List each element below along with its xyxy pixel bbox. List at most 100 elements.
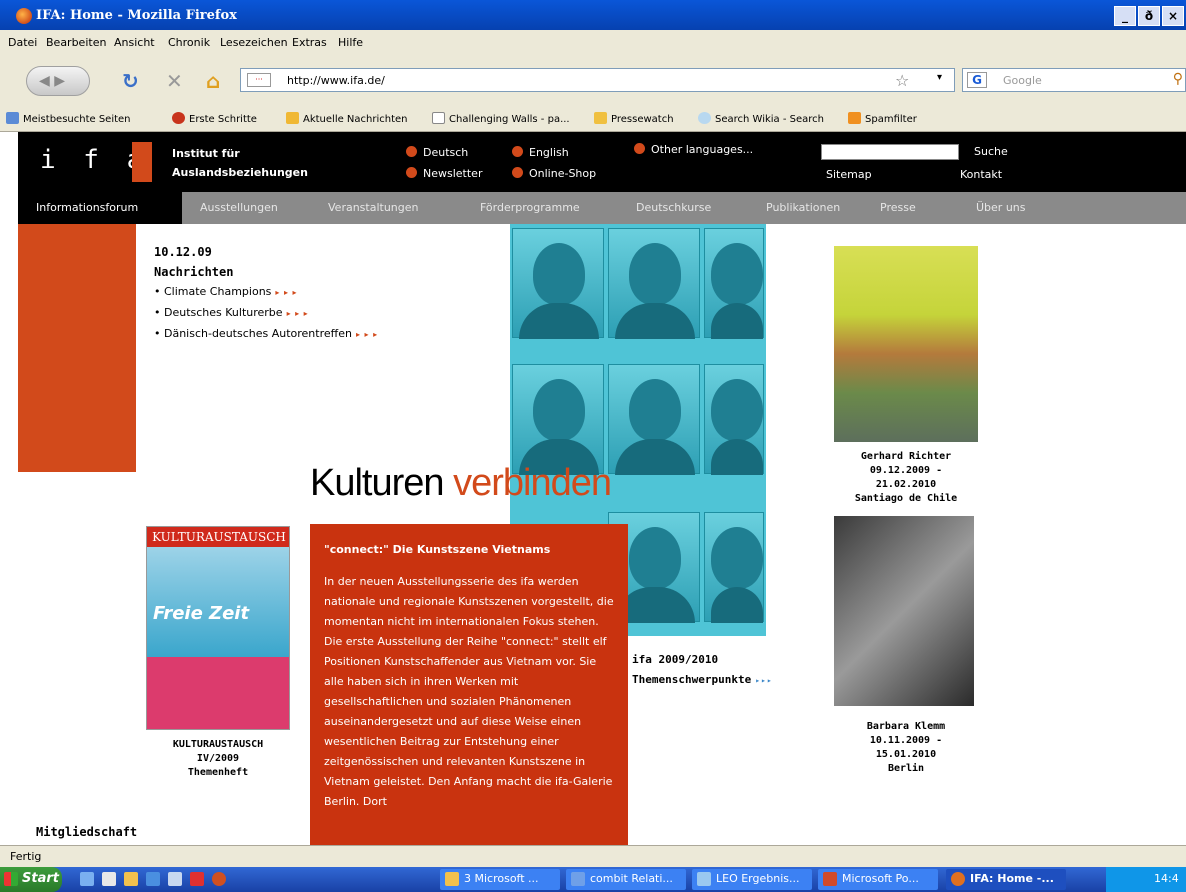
nav-veranstaltungen[interactable]: Veranstaltungen	[328, 201, 419, 214]
menu-hilfe[interactable]: Hilfe	[338, 36, 363, 49]
nav-foerderprogramme[interactable]: Förderprogramme	[480, 201, 580, 214]
close-button[interactable]: ×	[1162, 6, 1184, 26]
rss-icon	[286, 112, 299, 124]
menu-bearbeiten[interactable]: Bearbeiten	[46, 36, 106, 49]
bookmark-item[interactable]: Aktuelle Nachrichten	[286, 112, 408, 125]
app-icon	[697, 872, 711, 886]
site-favicon-icon: ···	[247, 73, 271, 87]
portrait-image	[704, 228, 764, 339]
menu-chronik[interactable]: Chronik	[168, 36, 210, 49]
app-icon	[823, 872, 837, 886]
nav-deutschkurse[interactable]: Deutschkurse	[636, 201, 711, 214]
magazine-caption[interactable]: KULTURAUSTAUSCH IV/2009 Themenheft	[126, 738, 310, 780]
quicklaunch-icon[interactable]	[80, 872, 94, 886]
spamfilter-icon	[848, 112, 861, 124]
kontakt-link[interactable]: Kontakt	[960, 168, 1002, 181]
minimize-button[interactable]: _	[1114, 6, 1136, 26]
bullet-icon	[406, 167, 417, 178]
lang-english-link[interactable]: English	[512, 146, 569, 159]
url-dropdown-icon[interactable]: ▾	[937, 72, 942, 83]
sitemap-link[interactable]: Sitemap	[826, 168, 872, 181]
google-icon[interactable]: G	[967, 72, 987, 88]
window-controls: _ ð ×	[1114, 6, 1184, 26]
back-forward-button[interactable]: ◀ ▶	[26, 66, 90, 96]
newsletter-link[interactable]: Newsletter	[406, 167, 482, 180]
taskbar-item[interactable]: 3 Microsoft ...	[440, 869, 560, 890]
klemm-photo-image[interactable]	[834, 516, 974, 706]
nav-informationsforum[interactable]: Informationsforum	[18, 192, 182, 224]
lang-other-link[interactable]: Other languages...	[634, 143, 753, 156]
nav-publikationen[interactable]: Publikationen	[766, 201, 840, 214]
news-heading: Nachrichten	[154, 265, 234, 279]
quicklaunch-icon[interactable]	[190, 872, 204, 886]
quicklaunch-icon[interactable]	[102, 872, 116, 886]
arrow-icon: ▸ ▸ ▸	[355, 330, 379, 339]
quicklaunch-icon[interactable]	[212, 872, 226, 886]
bookmark-item[interactable]: Erste Schritte	[172, 112, 257, 125]
app-icon	[571, 872, 585, 886]
url-field[interactable]: ··· http://www.ifa.de/	[240, 68, 955, 92]
reload-icon[interactable]: ↻	[122, 69, 139, 93]
magazine-cover-image[interactable]: KULTURAUSTAUSCH Freie Zeit	[146, 526, 290, 730]
quicklaunch-icon[interactable]	[168, 872, 182, 886]
folder-icon	[594, 112, 607, 124]
portrait-image	[512, 364, 604, 475]
logo-bar	[132, 142, 152, 182]
portrait-image	[704, 512, 764, 623]
richter-painting-image[interactable]	[834, 246, 978, 442]
menu-bar: Datei Bearbeiten Ansicht Chronik Lesezei…	[0, 30, 1186, 56]
site-search-input[interactable]	[821, 144, 959, 160]
quicklaunch-icon[interactable]	[124, 872, 138, 886]
menu-lesezeichen[interactable]: Lesezeichen	[220, 36, 288, 49]
navigation-toolbar: ◀ ▶ ↻ ✕ ⌂ ··· http://www.ifa.de/ ☆ ▾ G G…	[0, 56, 1186, 104]
lang-deutsch-link[interactable]: Deutsch	[406, 146, 468, 159]
bullet-icon	[406, 146, 417, 157]
search-icon[interactable]: ⚲	[1173, 71, 1183, 87]
menu-extras[interactable]: Extras	[292, 36, 327, 49]
feature-box[interactable]: "connect:" Die Kunstszene Vietnams In de…	[310, 524, 628, 845]
left-red-block	[18, 224, 136, 472]
bookmark-item[interactable]: Search Wikia - Search	[698, 112, 824, 125]
bookmark-item[interactable]: Pressewatch	[594, 112, 674, 125]
taskbar-item-active[interactable]: IFA: Home -...	[946, 869, 1066, 890]
news-item[interactable]: • Dänisch-deutsches Autorentreffen ▸ ▸ ▸	[154, 324, 378, 345]
nav-ausstellungen[interactable]: Ausstellungen	[200, 201, 278, 214]
app-icon	[445, 872, 459, 886]
status-bar: Fertig	[0, 845, 1186, 867]
firefox-icon	[16, 8, 32, 24]
stop-icon[interactable]: ✕	[166, 69, 183, 93]
bookmark-item[interactable]: Spamfilter	[848, 112, 917, 125]
klemm-caption[interactable]: Barbara Klemm 10.11.2009 - 15.01.2010 Be…	[814, 720, 998, 776]
news-item[interactable]: • Deutsches Kulturerbe ▸ ▸ ▸	[154, 303, 378, 324]
quicklaunch-icon[interactable]	[146, 872, 160, 886]
themenschwerpunkte-link[interactable]: ifa 2009/2010 Themenschwerpunkte ▸▸▸	[632, 650, 773, 691]
magazine-masthead: KULTURAUSTAUSCH	[147, 527, 289, 547]
site-search-button[interactable]: Suche	[974, 145, 1008, 158]
window-title: IFA: Home - Mozilla Firefox	[36, 8, 237, 23]
taskbar-item[interactable]: combit Relati...	[566, 869, 686, 890]
online-shop-link[interactable]: Online-Shop	[512, 167, 596, 180]
window-titlebar: IFA: Home - Mozilla Firefox _ ð ×	[0, 0, 1186, 30]
institute-name: Institut für Auslandsbeziehungen	[172, 147, 308, 179]
bookmark-item[interactable]: Challenging Walls - pa...	[432, 112, 570, 125]
home-icon[interactable]: ⌂	[206, 69, 220, 93]
search-field[interactable]: G Google ⚲	[962, 68, 1186, 92]
arrow-icon: ▸ ▸ ▸	[275, 288, 298, 297]
bookmark-star-icon[interactable]: ☆	[895, 71, 909, 90]
start-button[interactable]: Start	[0, 867, 62, 892]
bookmark-item[interactable]: Meistbesuchte Seiten	[6, 112, 131, 125]
clock[interactable]: 14:4	[1154, 872, 1179, 885]
taskbar-item[interactable]: Microsoft Po...	[818, 869, 938, 890]
mitgliedschaft-heading[interactable]: Mitgliedschaft	[36, 825, 137, 839]
arrow-icon: ▸▸▸	[755, 676, 773, 685]
news-item[interactable]: • Climate Champions ▸ ▸ ▸	[154, 282, 378, 303]
nav-presse[interactable]: Presse	[880, 201, 916, 214]
maximize-button[interactable]: ð	[1138, 6, 1160, 26]
menu-datei[interactable]: Datei	[8, 36, 37, 49]
richter-caption[interactable]: Gerhard Richter 09.12.2009 - 21.02.2010 …	[814, 450, 998, 506]
bullet-icon	[512, 167, 523, 178]
taskbar-item[interactable]: LEO Ergebnis...	[692, 869, 812, 890]
nav-ueber-uns[interactable]: Über uns	[976, 201, 1026, 214]
portrait-image	[608, 364, 700, 475]
menu-ansicht[interactable]: Ansicht	[114, 36, 155, 49]
